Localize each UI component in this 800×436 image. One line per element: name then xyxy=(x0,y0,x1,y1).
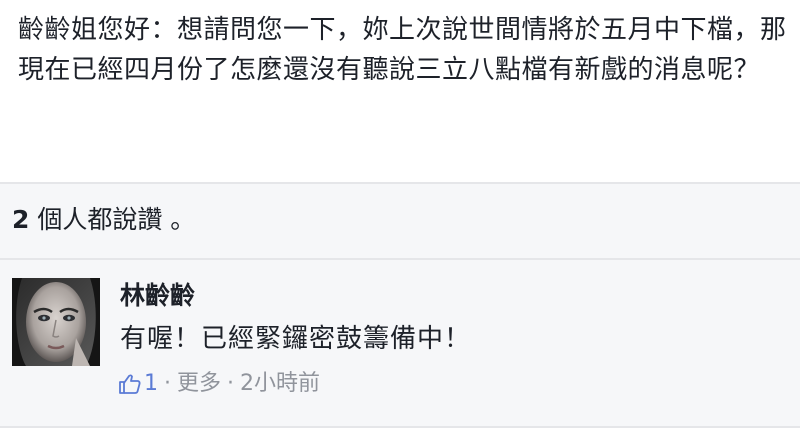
likes-summary[interactable]: 2 個人都說讚 。 xyxy=(0,182,800,260)
comment: 林齡齡 有喔！已經緊鑼密鼓籌備中！ 1 · 更多 · 2小時前 xyxy=(0,260,800,426)
separator: · xyxy=(227,371,235,396)
divider xyxy=(0,426,800,436)
comment-timestamp[interactable]: 2小時前 xyxy=(240,368,320,400)
comment-body: 有喔！已經緊鑼密鼓籌備中！ xyxy=(120,324,472,354)
separator: · xyxy=(164,371,171,396)
post-text: 齡齡姐您好：想請問您一下，妳上次說世間情將於五月中下檔，那現在已經四月份了怎麼還… xyxy=(18,15,787,85)
more-link[interactable]: 更多 xyxy=(177,368,221,400)
avatar[interactable] xyxy=(12,278,100,366)
thumbs-up-icon xyxy=(119,374,141,394)
likes-text: 2 個人都說讚 。 xyxy=(12,202,195,238)
avatar-portrait-image xyxy=(12,278,100,366)
likes-count: 2 xyxy=(12,205,30,234)
comment-like-button[interactable]: 1 xyxy=(118,368,158,400)
comment-like-count: 1 xyxy=(144,371,158,396)
likes-label: 個人都說讚 。 xyxy=(29,205,196,234)
post: 齡齡姐您好：想請問您一下，妳上次說世間情將於五月中下檔，那現在已經四月份了怎麼還… xyxy=(0,0,800,182)
comment-meta: 1 · 更多 · 2小時前 xyxy=(118,368,320,400)
comment-author[interactable]: 林齡齡 xyxy=(120,278,195,314)
